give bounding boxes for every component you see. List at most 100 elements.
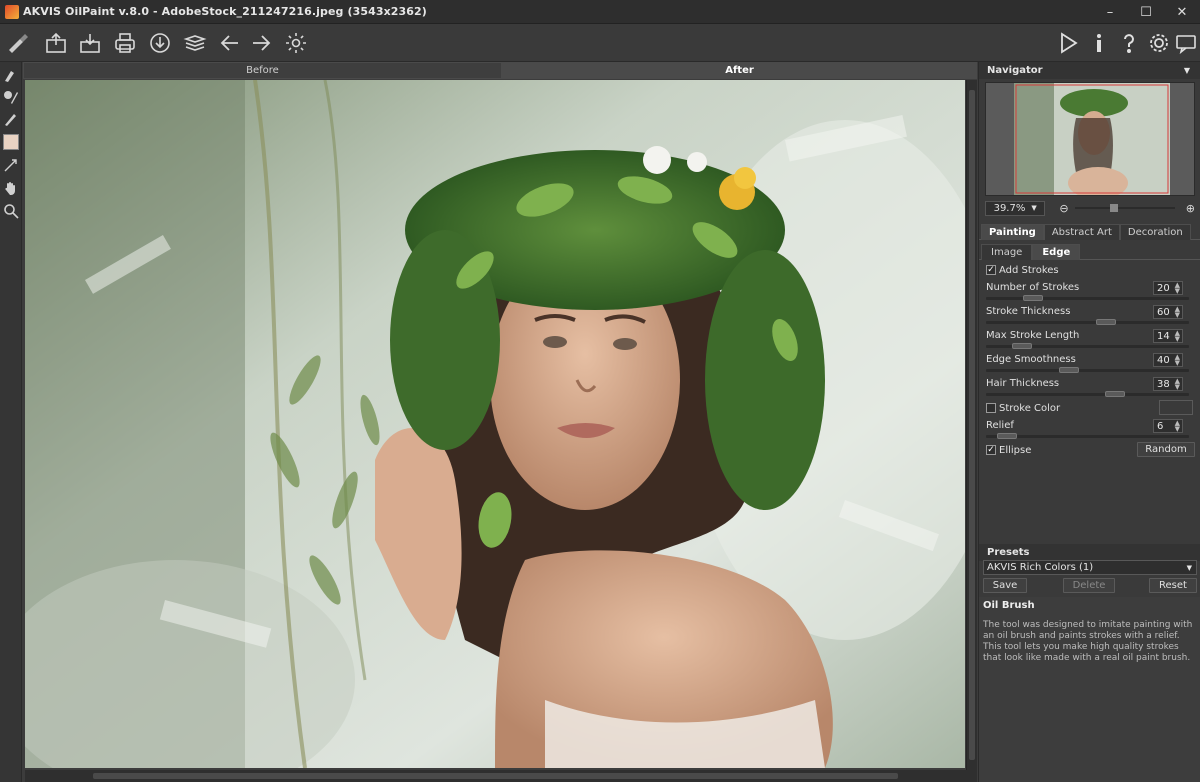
reset-preset-button[interactable]: Reset: [1149, 578, 1197, 593]
title-bar: AKVIS OilPaint v.8.0 - AdobeStock_211247…: [0, 0, 1200, 24]
history-brush-icon[interactable]: [2, 110, 20, 128]
spin-icon[interactable]: ▲ ▼: [1175, 306, 1180, 319]
forward-icon[interactable]: [247, 29, 275, 57]
max-stroke-length-field[interactable]: 14 ▲ ▼: [1153, 329, 1183, 343]
spin-icon[interactable]: ▲ ▼: [1175, 354, 1180, 367]
back-icon[interactable]: [216, 29, 244, 57]
color-swatch[interactable]: [2, 133, 20, 151]
relief-label: Relief: [986, 420, 1014, 431]
relief-knob[interactable]: [996, 433, 1017, 439]
hair-thickness-label: Hair Thickness: [986, 378, 1060, 389]
add-strokes-checkbox[interactable]: ✓: [986, 265, 996, 275]
delete-preset-button[interactable]: Delete: [1063, 578, 1115, 593]
close-button[interactable]: ✕: [1164, 0, 1200, 24]
info-icon[interactable]: [1085, 29, 1113, 57]
zoom-dropdown[interactable]: 39.7% ▼: [985, 200, 1046, 216]
tab-abstract-art[interactable]: Abstract Art: [1043, 224, 1120, 240]
description-text: The tool was designed to imitate paintin…: [983, 620, 1193, 663]
zoom-slider[interactable]: [1074, 204, 1175, 212]
print-icon[interactable]: [111, 29, 139, 57]
app-logo-icon: [5, 4, 19, 19]
relief-field[interactable]: 6 ▲ ▼: [1153, 419, 1183, 433]
stroke-color-swatch[interactable]: [1159, 400, 1193, 415]
stroke-thickness-slider[interactable]: [986, 319, 1189, 325]
edge-smoothness-knob[interactable]: [1059, 367, 1080, 373]
ellipse-checkbox[interactable]: ✓: [986, 445, 996, 455]
description-title: Oil Brush: [983, 600, 1035, 611]
maximize-button[interactable]: ☐: [1128, 0, 1164, 24]
run-icon[interactable]: [1054, 29, 1082, 57]
vertical-scrollbar[interactable]: [966, 80, 977, 770]
tab-decoration[interactable]: Decoration: [1119, 224, 1191, 240]
max-stroke-length-knob[interactable]: [1011, 343, 1032, 349]
oil-brush-icon[interactable]: [2, 66, 20, 84]
share-icon[interactable]: [146, 29, 174, 57]
save-icon[interactable]: [76, 29, 104, 57]
zoom-in-icon[interactable]: ⊕: [1186, 202, 1195, 215]
number-of-strokes-knob[interactable]: [1022, 295, 1043, 301]
tool-description: Oil Brush The tool was designed to imita…: [979, 597, 1200, 782]
tab-edge[interactable]: Edge: [1032, 244, 1081, 260]
minimize-button[interactable]: –: [1092, 0, 1128, 24]
hair-thickness-field[interactable]: 38 ▲ ▼: [1153, 377, 1183, 391]
window-title: AKVIS OilPaint v.8.0 - AdobeStock_211247…: [23, 5, 427, 18]
max-stroke-length-slider[interactable]: [986, 343, 1189, 349]
horizontal-scrollbar[interactable]: [25, 770, 977, 782]
zoom-value: 39.7%: [993, 202, 1026, 214]
hand-icon[interactable]: [2, 179, 20, 197]
edge-smoothness-label: Edge Smoothness: [986, 354, 1076, 365]
spin-icon[interactable]: ▲ ▼: [1175, 282, 1180, 295]
stroke-thickness-field[interactable]: 60 ▲ ▼: [1153, 305, 1183, 319]
tab-painting[interactable]: Painting: [981, 224, 1044, 240]
settings-gear-icon[interactable]: [282, 29, 310, 57]
batch-icon[interactable]: [181, 29, 209, 57]
spin-icon[interactable]: ▲ ▼: [1175, 378, 1180, 391]
zoom-slider-knob[interactable]: [1109, 204, 1118, 212]
direction-icon[interactable]: [2, 156, 20, 174]
add-strokes-label: Add Strokes: [999, 265, 1059, 276]
stroke-thickness-knob[interactable]: [1095, 319, 1116, 325]
color-brush-icon[interactable]: [2, 88, 20, 106]
stroke-color-label: Stroke Color: [999, 403, 1061, 414]
settings-panel: Navigator ▼ 39.7% ▼ ⊖ ⊕ Painting Abstrac…: [978, 62, 1200, 782]
horizontal-scroll-thumb[interactable]: [93, 773, 898, 779]
save-preset-button[interactable]: Save: [983, 578, 1027, 593]
view-tabs: Before After: [23, 62, 977, 79]
chevron-down-icon[interactable]: ▼: [1184, 66, 1190, 75]
relief-value: 6: [1157, 420, 1164, 432]
spin-icon[interactable]: ▲ ▼: [1175, 420, 1180, 433]
presets-selected: AKVIS Rich Colors (1): [987, 562, 1094, 573]
open-icon[interactable]: [42, 29, 70, 57]
stroke-thickness-value: 60: [1157, 306, 1170, 318]
random-button[interactable]: Random: [1137, 442, 1195, 457]
main-tabs: Painting Abstract Art Decoration: [979, 224, 1200, 240]
tab-after[interactable]: After: [502, 62, 977, 79]
painted-portrait-image: [25, 80, 965, 768]
edge-smoothness-field[interactable]: 40 ▲ ▼: [1153, 353, 1183, 367]
vertical-scroll-thumb[interactable]: [969, 90, 975, 760]
sub-tabs: Image Edge: [979, 244, 1200, 260]
presets-dropdown[interactable]: AKVIS Rich Colors (1) ▼: [983, 560, 1197, 575]
navigator-preview[interactable]: [985, 82, 1195, 196]
zoom-out-icon[interactable]: ⊖: [1059, 202, 1068, 215]
hair-thickness-value: 38: [1157, 378, 1170, 390]
hair-thickness-slider[interactable]: [986, 391, 1189, 397]
notification-icon[interactable]: [1172, 29, 1200, 57]
help-icon[interactable]: [1115, 29, 1143, 57]
spin-icon[interactable]: ▲ ▼: [1175, 330, 1180, 343]
relief-slider[interactable]: [986, 433, 1189, 439]
zoom-icon[interactable]: [2, 202, 20, 220]
brush-logo-icon[interactable]: [4, 29, 32, 57]
tab-before[interactable]: Before: [23, 62, 502, 79]
tab-image[interactable]: Image: [981, 244, 1033, 260]
tools-sidebar: [0, 62, 22, 782]
chevron-down-icon: ▼: [1186, 563, 1192, 572]
stroke-color-checkbox[interactable]: [986, 403, 996, 413]
image-canvas[interactable]: [25, 80, 965, 768]
number-of-strokes-field[interactable]: 20 ▲ ▼: [1153, 281, 1183, 295]
stroke-thickness-label: Stroke Thickness: [986, 306, 1071, 317]
number-of-strokes-slider[interactable]: [986, 295, 1189, 301]
preferences-icon[interactable]: [1145, 29, 1173, 57]
edge-smoothness-slider[interactable]: [986, 367, 1189, 373]
hair-thickness-knob[interactable]: [1104, 391, 1125, 397]
